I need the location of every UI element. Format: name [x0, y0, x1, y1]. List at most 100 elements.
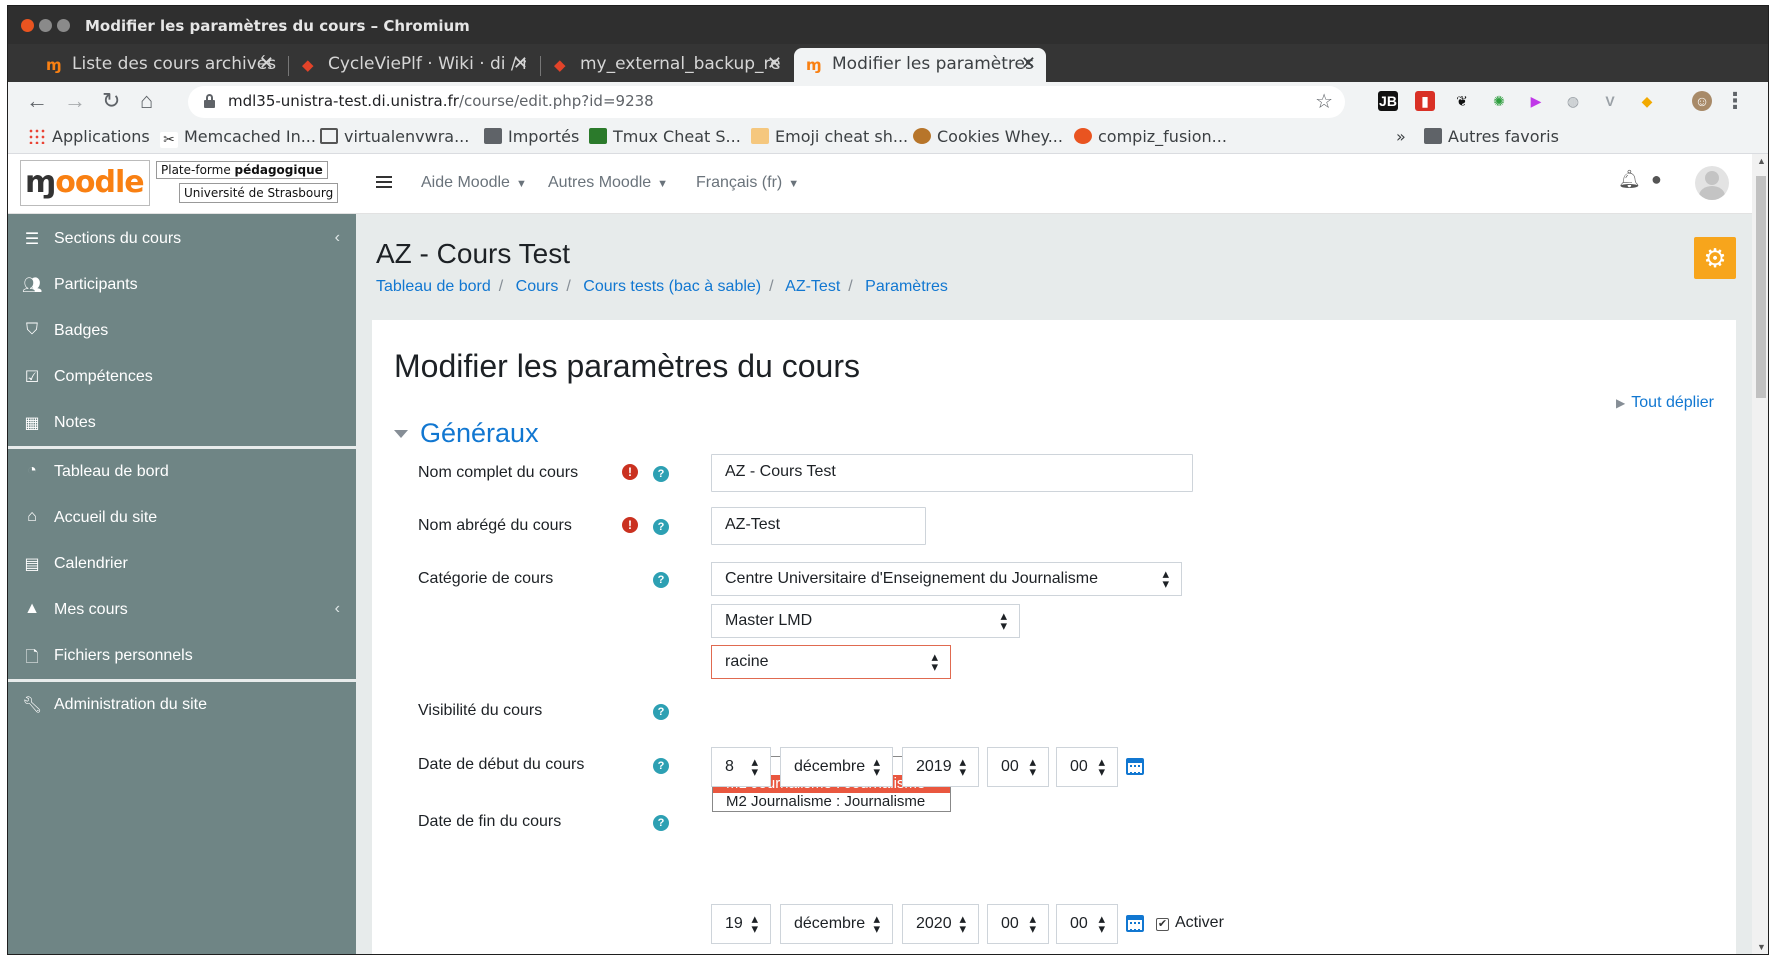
extension-gear-icon[interactable]: ✺: [1489, 91, 1509, 111]
startdate-day-select[interactable]: 8 ▴ ▾: [711, 747, 771, 787]
bookmark-emoji[interactable]: Emoji cheat sh...: [751, 127, 908, 146]
help-icon[interactable]: ?: [653, 758, 669, 774]
user-avatar[interactable]: [1695, 166, 1729, 200]
bookmark-importes[interactable]: Importés: [484, 127, 579, 146]
tab-wiki[interactable]: ◆ CycleViePlf · Wiki · di / mo ✕: [290, 48, 538, 82]
profile-avatar-icon[interactable]: ☺: [1692, 91, 1712, 111]
window-close-button[interactable]: [21, 19, 34, 32]
extension-globe-icon[interactable]: ◍: [1563, 91, 1583, 111]
enddate-enable-checkbox[interactable]: ✔: [1156, 918, 1169, 931]
drawer-item-home[interactable]: ⌂ Accueil du site: [8, 496, 356, 540]
bookmark-tmux[interactable]: Tmux Cheat S...: [589, 127, 741, 146]
calendar-icon[interactable]: [1126, 758, 1144, 775]
tab-cours-archives[interactable]: ɱ Liste des cours archivés ✕: [34, 48, 284, 82]
menu-autres-moodle[interactable]: Autres Moodle ▼: [548, 174, 668, 192]
bookmark-memcached[interactable]: ✂ Memcached In...: [160, 127, 316, 148]
bookmark-cookies[interactable]: Cookies Whey...: [913, 127, 1063, 146]
breadcrumb-link[interactable]: Paramètres: [865, 278, 948, 295]
reload-icon[interactable]: ↻: [102, 88, 120, 114]
breadcrumb-link[interactable]: Tableau de bord: [376, 278, 491, 295]
bookmark-autres-favoris[interactable]: Autres favoris: [1424, 127, 1559, 146]
cookie-icon: [913, 128, 931, 144]
back-icon[interactable]: ←: [26, 88, 48, 114]
window-minimize-button[interactable]: [39, 19, 52, 32]
category-select-level2[interactable]: Master LMD ▴ ▾: [711, 604, 1020, 638]
help-icon[interactable]: ?: [653, 815, 669, 831]
settings-gear-icon[interactable]: ⚙: [1694, 237, 1736, 279]
enddate-minute-select[interactable]: 00 ▴ ▾: [1056, 904, 1118, 944]
enddate-month-select[interactable]: décembre ▴ ▾: [780, 904, 893, 944]
tab-backup[interactable]: ◆ my_external_backup_rest ✕: [542, 48, 792, 82]
drawer-item-competences[interactable]: ☑ Compétences: [8, 355, 356, 399]
close-icon[interactable]: ✕: [259, 53, 274, 74]
extension-tag-icon[interactable]: ◆: [1637, 91, 1657, 111]
graduation-cap-icon: ▲: [24, 600, 40, 617]
bookmark-compiz[interactable]: compiz_fusion...: [1074, 127, 1227, 146]
help-icon[interactable]: ?: [653, 572, 669, 588]
window-maximize-button[interactable]: [57, 19, 70, 32]
startdate-hour-select[interactable]: 00 ▴ ▾: [987, 747, 1049, 787]
startdate-year-select[interactable]: 2019 ▴ ▾: [902, 747, 979, 787]
bookmark-star-icon[interactable]: ☆: [1315, 89, 1333, 114]
calendar-icon[interactable]: [1126, 915, 1144, 932]
tab-modifier-parametres[interactable]: ɱ Modifier les paramètres d ✕: [794, 48, 1046, 82]
fullname-input[interactable]: AZ - Cours Test: [711, 454, 1193, 492]
bookmarks-overflow-button[interactable]: »: [1396, 127, 1406, 146]
browser-menu-icon[interactable]: ⋮: [1724, 88, 1746, 114]
scroll-down-icon[interactable]: ▼: [1757, 942, 1766, 952]
chevron-left-icon[interactable]: ‹: [335, 229, 340, 247]
drawer-item-fichiers[interactable]: 🗋︎ Fichiers personnels: [8, 634, 356, 678]
chevron-left-icon[interactable]: ‹: [335, 600, 340, 618]
category-select-level3[interactable]: racine ▴ ▾: [711, 645, 951, 679]
messages-chat-icon[interactable]: ●: [1651, 169, 1662, 190]
help-icon[interactable]: ?: [653, 519, 669, 535]
close-icon[interactable]: ✕: [767, 53, 782, 74]
close-icon[interactable]: ✕: [1021, 53, 1036, 74]
extension-play-icon[interactable]: ▶: [1526, 91, 1546, 111]
drawer-item-participants[interactable]: 👥︎ Participants: [8, 263, 356, 307]
scroll-up-icon[interactable]: ▲: [1757, 156, 1766, 166]
menu-aide-moodle[interactable]: Aide Moodle ▼: [421, 174, 527, 192]
drawer-toggle-icon[interactable]: [376, 176, 392, 188]
home-icon[interactable]: ⌂: [140, 88, 153, 114]
url-text[interactable]: mdl35-unistra-test.di.unistra.fr/course/…: [228, 92, 654, 110]
help-icon[interactable]: ?: [653, 466, 669, 482]
bookmarks-bar: Applications ✂ Memcached In... virtualenv…: [8, 122, 1768, 154]
drawer-item-notes[interactable]: ▦ Notes: [8, 401, 356, 445]
startdate-minute-select[interactable]: 00 ▴ ▾: [1056, 747, 1118, 787]
breadcrumb-link[interactable]: Cours tests (bac à sable): [583, 278, 761, 295]
extension-jb-icon[interactable]: JB: [1378, 91, 1398, 111]
enddate-hour-select[interactable]: 00 ▴ ▾: [987, 904, 1049, 944]
breadcrumb-link[interactable]: AZ-Test: [785, 278, 840, 295]
help-icon[interactable]: ?: [653, 704, 669, 720]
thumbs-up-icon: [751, 128, 769, 144]
drawer-item-calendar[interactable]: ▤ Calendrier: [8, 542, 356, 586]
moodle-favicon-icon: ɱ: [46, 56, 62, 74]
address-bar[interactable]: mdl35-unistra-test.di.unistra.fr/course/…: [188, 86, 1345, 118]
breadcrumb-link[interactable]: Cours: [516, 278, 559, 295]
enddate-day-select[interactable]: 19 ▴ ▾: [711, 904, 771, 944]
extension-paw-icon[interactable]: ❦: [1452, 91, 1472, 111]
extension-red-icon[interactable]: ▮: [1415, 91, 1435, 111]
site-logo[interactable]: ɱoodle Plate-forme pédagogique Universit…: [20, 160, 358, 206]
page-scrollbar[interactable]: ▲ ▼: [1752, 154, 1768, 954]
dropdown-option[interactable]: M2 Journalisme : Journalisme: [713, 793, 950, 811]
forward-icon[interactable]: →: [64, 88, 86, 114]
drawer-item-badges[interactable]: ⛉ Badges: [8, 309, 356, 353]
drawer-item-mes-cours[interactable]: ▲ Mes cours ‹: [8, 588, 356, 632]
category-select-level1[interactable]: Centre Universitaire d'Enseignement du J…: [711, 562, 1182, 596]
drawer-item-dashboard[interactable]: ◔ Tableau de bord: [8, 450, 356, 494]
extension-v-icon[interactable]: V: [1600, 91, 1620, 111]
notifications-bell-icon[interactable]: 🔔︎: [1618, 169, 1641, 190]
enddate-year-select[interactable]: 2020 ▴ ▾: [902, 904, 979, 944]
close-icon[interactable]: ✕: [513, 53, 528, 74]
drawer-item-sections[interactable]: ☰ Sections du cours ‹: [8, 217, 356, 261]
bookmark-applications[interactable]: Applications: [28, 127, 150, 146]
shortname-input[interactable]: AZ-Test: [711, 507, 926, 545]
scrollbar-thumb[interactable]: [1756, 176, 1766, 398]
expand-all-link[interactable]: ▶ Tout déplier: [1616, 394, 1714, 412]
bookmark-virtualenv[interactable]: virtualenvwra...: [320, 127, 469, 146]
drawer-item-administration[interactable]: 🔧︎ Administration du site: [8, 683, 356, 727]
startdate-month-select[interactable]: décembre ▴ ▾: [780, 747, 893, 787]
menu-language[interactable]: Français (fr) ▼: [696, 174, 799, 192]
